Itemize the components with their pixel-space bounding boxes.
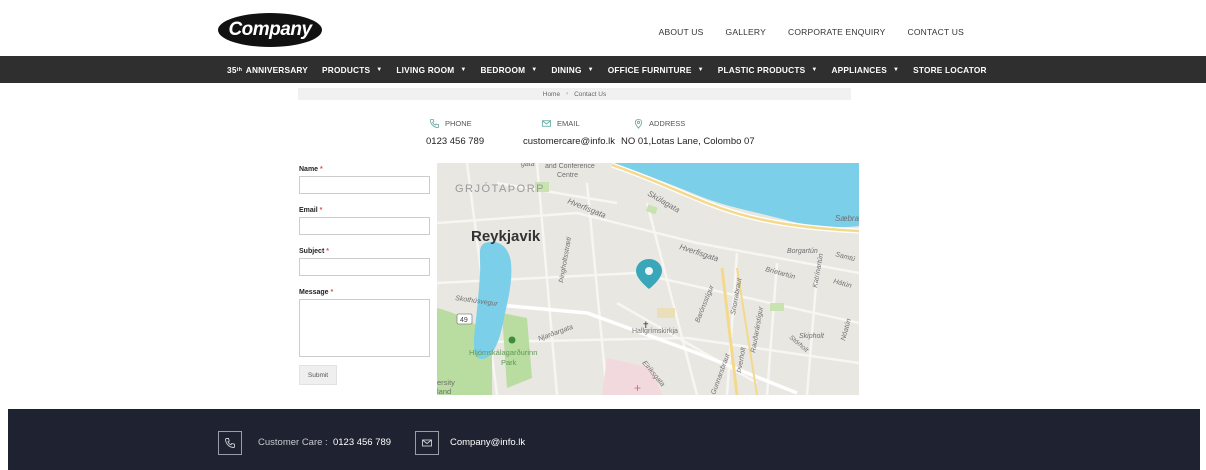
- breadcrumb: Home › Contact Us: [298, 88, 851, 100]
- chevron-down-icon: ▼: [531, 66, 538, 73]
- anniversary-suffix: th: [236, 66, 243, 73]
- chevron-down-icon: ▼: [697, 66, 704, 73]
- chevron-down-icon: ▼: [892, 66, 900, 73]
- subject-label: Subject *: [299, 248, 430, 255]
- chevron-down-icon: ▼: [376, 66, 383, 73]
- map-label-borgartun: Borgartún: [787, 248, 818, 255]
- anniversary-label: ANNIVERSARY: [245, 64, 309, 75]
- map-label-centre: Centre: [557, 172, 578, 179]
- main-nav-dining[interactable]: DINING ▼: [551, 65, 593, 75]
- map-label-grjota: GRJÓTAÞORP: [455, 182, 545, 195]
- address-value: NO 01,Lotas Lane, Colombo 07: [621, 136, 755, 147]
- breadcrumb-current: Contact Us: [574, 90, 607, 98]
- required-mark: *: [320, 166, 323, 173]
- chevron-down-icon: ▼: [587, 66, 594, 73]
- message-label-text: Message: [299, 289, 329, 296]
- message-label: Message *: [299, 289, 430, 296]
- footer-customer-care: Customer Care : 0123 456 789: [258, 437, 391, 448]
- company-logo[interactable]: Company: [218, 13, 322, 47]
- contact-email: EMAIL customercare@info.lk: [523, 118, 621, 147]
- main-nav-bedroom[interactable]: BEDROOM ▼: [480, 65, 537, 75]
- chevron-down-icon: ▼: [811, 66, 818, 73]
- main-nav-store-locator[interactable]: STORE LOCATOR: [913, 65, 987, 75]
- breadcrumb-separator: ›: [566, 91, 569, 97]
- map-label-saebra: Sæbra: [835, 214, 859, 223]
- phone-icon: [225, 438, 235, 448]
- main-nav-products[interactable]: PRODUCTS ▼: [322, 65, 382, 75]
- address-label: ADDRESS: [649, 119, 686, 128]
- required-mark: *: [326, 248, 329, 255]
- location-pin-icon: [634, 118, 643, 129]
- main-nav-living-room[interactable]: LIVING ROOM ▼: [396, 65, 466, 75]
- email-label: EMAIL: [557, 119, 580, 128]
- top-header: Company ABOUT US GALLERY CORPORATE ENQUI…: [8, 8, 1200, 56]
- top-nav: ABOUT US GALLERY CORPORATE ENQUIRY CONTA…: [659, 27, 964, 37]
- phone-icon: [429, 118, 440, 129]
- email-value[interactable]: customercare@info.lk: [523, 136, 621, 147]
- envelope-icon: [541, 120, 552, 127]
- customer-care-value: 0123 456 789: [332, 437, 392, 448]
- main-nav-label: DINING: [551, 64, 582, 75]
- main-nav-plastic-products[interactable]: PLASTIC PRODUCTS ▼: [718, 65, 818, 75]
- contact-form: Name * Email * Subject * Message * Submi…: [299, 166, 430, 385]
- footer: Customer Care : 0123 456 789 Company@inf…: [8, 409, 1200, 470]
- top-nav-about-us[interactable]: ABOUT US: [659, 27, 704, 37]
- map-label-skipholt: Skipholt: [799, 333, 825, 340]
- contact-phone: PHONE 0123 456 789: [426, 118, 523, 147]
- footer-email-box: [415, 431, 439, 455]
- submit-button[interactable]: Submit: [299, 365, 337, 385]
- top-nav-gallery[interactable]: GALLERY: [726, 27, 766, 37]
- map-label-ersity: ersity: [437, 378, 455, 387]
- main-nav-label: BEDROOM: [480, 64, 526, 75]
- email-input[interactable]: [299, 217, 430, 235]
- main-nav-bar: 35th ANNIVERSARY PRODUCTS ▼ LIVING ROOM ▼ …: [0, 56, 1206, 83]
- breadcrumb-home[interactable]: Home: [543, 91, 560, 98]
- contact-info: PHONE 0123 456 789 EMAIL customercare@in…: [426, 118, 755, 147]
- phone-value: 0123 456 789: [426, 136, 485, 147]
- main-nav-label: STORE LOCATOR: [913, 64, 987, 75]
- map-label-hljomskala: Hljómskálagarðurinn: [469, 348, 537, 357]
- email-label-text: Email: [299, 207, 318, 214]
- contact-address: ADDRESS NO 01,Lotas Lane, Colombo 07: [621, 118, 755, 147]
- svg-text:+: +: [634, 381, 641, 395]
- top-nav-corporate-enquiry[interactable]: CORPORATE ENQUIRY: [788, 27, 886, 37]
- anniversary-number: 35: [227, 64, 237, 75]
- main-nav-office-furniture[interactable]: OFFICE FURNITURE ▼: [608, 65, 704, 75]
- main-nav-appliances[interactable]: APPLIANCES ▼: [831, 65, 899, 75]
- chevron-down-icon: ▼: [460, 66, 467, 73]
- main-nav-label: PRODUCTS: [322, 64, 371, 75]
- footer-phone-box: [218, 431, 242, 455]
- subject-label-text: Subject: [299, 248, 325, 255]
- phone-label: PHONE: [445, 119, 472, 128]
- map-label-reykjavik: Reykjavik: [471, 228, 541, 245]
- map-label-hallgrimskirkja: Hallgrímskirkja: [632, 328, 678, 335]
- footer-email[interactable]: Company@info.lk: [450, 437, 525, 448]
- main-nav-label: OFFICE FURNITURE: [607, 64, 692, 75]
- church-icon: ✝: [642, 321, 650, 331]
- main-nav-label: PLASTIC PRODUCTS: [717, 64, 806, 75]
- tree-icon: [508, 336, 516, 344]
- name-input[interactable]: [299, 176, 430, 194]
- map-label-gata-top: gata: [521, 163, 535, 168]
- name-label-text: Name: [299, 166, 319, 173]
- main-nav-label: LIVING ROOM: [396, 64, 455, 75]
- map-label-land: land: [437, 387, 451, 395]
- map-label-conference: and Conference: [545, 163, 595, 170]
- required-mark: *: [330, 289, 334, 296]
- map-label-park: Park: [501, 358, 517, 367]
- map-canvas: + and Conference Centre gata GRJÓTAÞORP …: [437, 163, 859, 395]
- main-nav-anniversary[interactable]: 35th ANNIVERSARY: [227, 65, 308, 75]
- logo-text: Company: [228, 19, 312, 40]
- top-nav-contact-us[interactable]: CONTACT US: [908, 27, 964, 37]
- main-nav-label: APPLIANCES: [831, 64, 887, 75]
- subject-input[interactable]: [299, 258, 430, 276]
- email-field-label: Email *: [299, 207, 430, 214]
- required-mark: *: [319, 207, 323, 214]
- customer-care-label: Customer Care :: [258, 437, 328, 448]
- envelope-icon: [422, 439, 432, 447]
- name-label: Name *: [299, 166, 430, 173]
- message-textarea[interactable]: [299, 299, 430, 357]
- location-map[interactable]: + and Conference Centre gata GRJÓTAÞORP …: [437, 163, 859, 395]
- map-route-49: 49: [460, 317, 468, 324]
